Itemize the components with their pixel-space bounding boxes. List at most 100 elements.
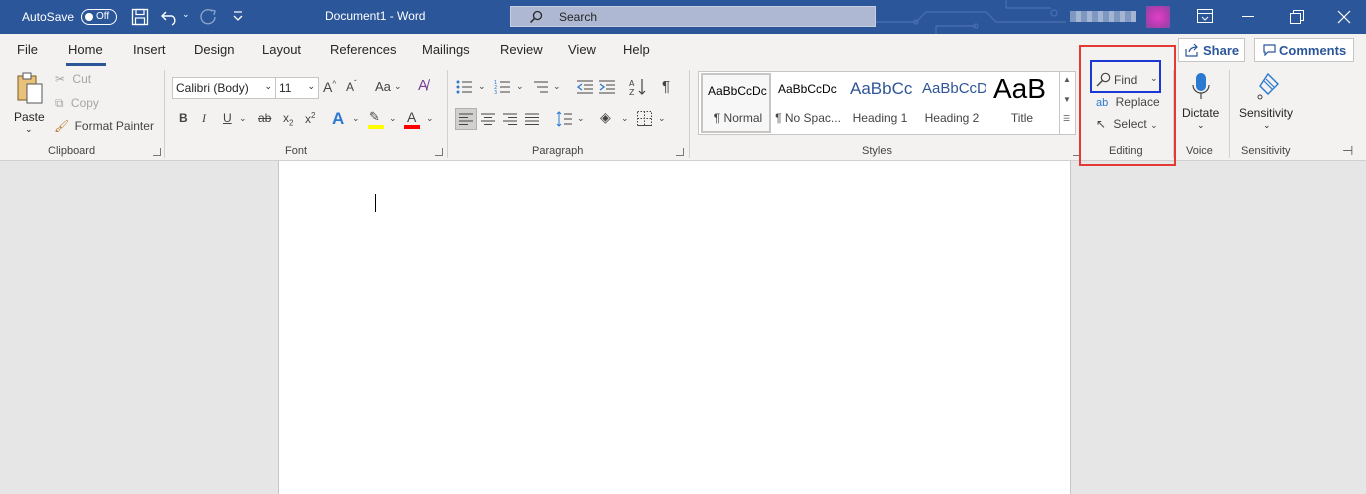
style-preview: AaBbCcDc — [778, 82, 837, 96]
styles-group-label: Styles — [862, 145, 892, 157]
font-size-combo[interactable]: 11 ⌄ — [275, 77, 319, 99]
chevron-down-icon[interactable]: ⌄ — [478, 81, 486, 92]
minimize-icon[interactable] — [1242, 16, 1254, 17]
undo-icon[interactable] — [160, 8, 180, 26]
copy-button[interactable]: ⧉ Copy — [55, 96, 99, 111]
tab-insert[interactable]: Insert — [133, 42, 166, 57]
grow-font-icon[interactable]: A^ — [323, 79, 336, 95]
shading-icon[interactable]: ◈ — [600, 109, 611, 126]
styles-gallery-scroll[interactable]: ▲ ▼ ☰ — [1059, 72, 1075, 134]
style-heading-1[interactable]: AaBbCc Heading 1 — [845, 73, 915, 133]
dictate-button[interactable]: Dictate ⌄ — [1180, 70, 1222, 140]
paste-dropdown-icon: ⌄ — [25, 124, 33, 134]
tab-view[interactable]: View — [568, 42, 596, 57]
text-effects-icon[interactable]: A — [332, 109, 344, 129]
save-icon[interactable] — [131, 8, 149, 26]
font-dialog-launcher[interactable] — [435, 148, 443, 156]
bold-icon[interactable]: B — [179, 111, 188, 125]
restore-icon[interactable] — [1290, 10, 1304, 24]
strikethrough-icon[interactable]: ab — [258, 111, 271, 125]
comments-button[interactable]: Comments — [1254, 38, 1354, 62]
account-name-blurred[interactable] — [1070, 11, 1136, 22]
style-no-spacing[interactable]: AaBbCcDc ¶ No Spac... — [773, 73, 843, 133]
subscript-icon[interactable]: x2 — [283, 111, 293, 127]
tab-layout[interactable]: Layout — [262, 42, 301, 57]
chevron-down-icon[interactable]: ⌄ — [426, 113, 434, 124]
voice-group-label: Voice — [1186, 145, 1213, 157]
redo-icon[interactable] — [198, 8, 218, 26]
clipboard-group-label: Clipboard — [48, 145, 96, 157]
pin-ribbon-icon[interactable]: ⊣ — [1342, 143, 1353, 159]
more-styles-icon[interactable]: ☰ — [1063, 114, 1070, 123]
customize-quick-access-icon[interactable] — [231, 8, 245, 24]
scroll-down-icon[interactable]: ▼ — [1063, 95, 1071, 104]
autosave-toggle[interactable]: Off — [81, 9, 117, 25]
sensitivity-button[interactable]: Sensitivity ⌄ — [1236, 70, 1298, 140]
line-spacing-icon[interactable] — [556, 111, 572, 127]
share-button[interactable]: Share — [1178, 38, 1245, 62]
paste-label: Paste — [14, 110, 45, 124]
highlight-color-button[interactable]: ✎ — [368, 109, 384, 129]
font-color-swatch — [404, 125, 420, 129]
font-name-combo[interactable]: Calibri (Body) ⌄ — [172, 77, 276, 99]
copy-label: Copy — [70, 96, 99, 110]
autosave-state: Off — [96, 11, 110, 22]
scroll-up-icon[interactable]: ▲ — [1063, 75, 1071, 84]
increase-indent-icon[interactable] — [599, 79, 615, 95]
chevron-down-icon[interactable]: ⌄ — [577, 113, 585, 124]
format-painter-label: Format Painter — [74, 119, 154, 133]
ribbon-display-options-icon[interactable] — [1197, 9, 1213, 23]
borders-icon[interactable] — [637, 111, 652, 126]
change-case-button[interactable]: Aa — [375, 79, 391, 94]
close-icon[interactable] — [1336, 9, 1352, 25]
superscript-icon[interactable]: x2 — [305, 111, 315, 126]
format-painter-button[interactable]: 🖌 Format Painter — [54, 119, 154, 133]
paste-button[interactable]: Paste ⌄ — [12, 70, 48, 140]
tab-home[interactable]: Home — [68, 42, 103, 57]
style-heading-2[interactable]: AaBbCcD Heading 2 — [917, 73, 987, 133]
style-normal[interactable]: AaBbCcDc ¶ Normal — [701, 73, 771, 133]
underline-icon[interactable]: U — [223, 111, 232, 125]
align-right-icon[interactable] — [503, 112, 517, 126]
font-color-button[interactable]: A — [404, 109, 420, 129]
tab-mailings[interactable]: Mailings — [422, 42, 470, 57]
share-label: Share — [1203, 43, 1240, 58]
sort-icon[interactable]: A Z — [629, 78, 647, 96]
show-formatting-marks-icon[interactable]: ¶ — [662, 78, 670, 95]
tab-help[interactable]: Help — [623, 42, 650, 57]
chevron-down-icon[interactable]: ⌄ — [394, 81, 402, 92]
bullets-icon[interactable] — [456, 79, 472, 95]
circuit-decoration-icon — [876, 0, 1066, 34]
chevron-down-icon[interactable]: ⌄ — [553, 81, 561, 92]
chevron-down-icon[interactable]: ⌄ — [389, 113, 397, 124]
tab-references[interactable]: References — [330, 42, 396, 57]
style-preview: AaBbCcD — [922, 80, 986, 97]
undo-dropdown-icon[interactable]: ⌄ — [182, 9, 190, 20]
italic-icon[interactable]: I — [202, 111, 206, 126]
numbering-icon[interactable]: 123 — [494, 79, 510, 95]
tab-review[interactable]: Review — [500, 42, 543, 57]
chevron-down-icon[interactable]: ⌄ — [239, 113, 247, 124]
search-box[interactable]: Search — [510, 6, 876, 27]
align-center-icon[interactable] — [481, 112, 495, 126]
avatar[interactable] — [1146, 6, 1170, 28]
decrease-indent-icon[interactable] — [577, 79, 593, 95]
multilevel-list-icon[interactable] — [532, 79, 548, 95]
clear-formatting-icon[interactable]: A̸ — [418, 77, 428, 94]
chevron-down-icon[interactable]: ⌄ — [516, 81, 524, 92]
tab-design[interactable]: Design — [194, 42, 234, 57]
cut-button[interactable]: ✂ Cut — [55, 72, 91, 86]
document-page[interactable] — [278, 161, 1071, 494]
style-title[interactable]: AaB Title — [987, 73, 1057, 133]
tab-file[interactable]: File — [17, 42, 38, 57]
align-left-button[interactable] — [455, 108, 477, 130]
paragraph-dialog-launcher[interactable] — [676, 148, 684, 156]
chevron-down-icon: ⌄ — [264, 81, 272, 91]
shrink-font-icon[interactable]: Aˇ — [346, 79, 357, 94]
chevron-down-icon[interactable]: ⌄ — [621, 113, 629, 124]
chevron-down-icon[interactable]: ⌄ — [658, 113, 666, 124]
chevron-down-icon[interactable]: ⌄ — [352, 113, 360, 124]
justify-icon[interactable] — [525, 112, 539, 126]
clipboard-dialog-launcher[interactable] — [153, 148, 161, 156]
chevron-down-icon: ⌄ — [1197, 120, 1205, 130]
